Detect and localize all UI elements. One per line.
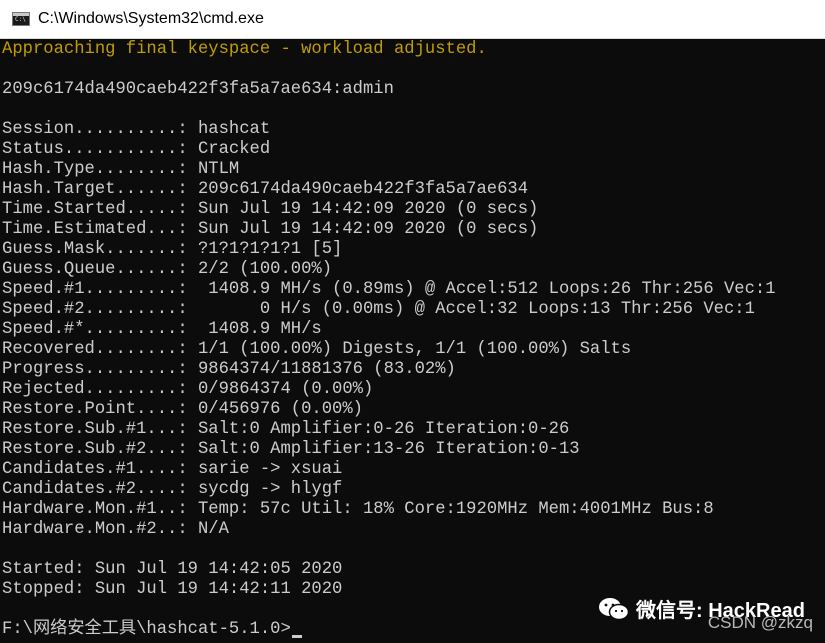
console-line: Hash.Target......: 209c6174da490caeb422f… xyxy=(2,180,529,199)
console-line: Guess.Queue......: 2/2 (100.00%) xyxy=(2,260,333,279)
csdn-credit: CSDN @zkzq xyxy=(707,613,813,632)
cmd-icon xyxy=(12,12,30,26)
wechat-icon xyxy=(599,597,630,620)
console-line: Approaching final keyspace - workload ad… xyxy=(2,40,487,59)
console-line: Speed.#1.........: 1408.9 MH/s (0.89ms) … xyxy=(2,280,776,299)
console-line: Hardware.Mon.#2..: N/A xyxy=(2,520,229,539)
console-line: Hash.Type........: NTLM xyxy=(2,160,240,179)
console-line: Rejected.........: 0/9864374 (0.00%) xyxy=(2,380,374,399)
console-line: Time.Started.....: Sun Jul 19 14:42:09 2… xyxy=(2,200,539,219)
console-line: Recovered........: 1/1 (100.00%) Digests… xyxy=(2,340,632,359)
console-line: Started: Sun Jul 19 14:42:05 2020 xyxy=(2,560,343,579)
command-prompt[interactable]: F:\网络安全工具\hashcat-5.1.0> xyxy=(2,620,825,640)
console-line: Candidates.#1....: sarie -> xsuai xyxy=(2,460,343,479)
console-line: Restore.Sub.#1...: Salt:0 Amplifier:0-26… xyxy=(2,420,570,439)
console-line: Candidates.#2....: sycdg -> hlygf xyxy=(2,480,343,499)
console-line: Time.Estimated...: Sun Jul 19 14:42:09 2… xyxy=(2,220,539,239)
console-line: Speed.#2.........: 0 H/s (0.00ms) @ Acce… xyxy=(2,300,755,319)
window-titlebar[interactable]: C:\Windows\System32\cmd.exe xyxy=(0,0,825,39)
console-line: Session..........: hashcat xyxy=(2,120,271,139)
console-line: Guess.Mask.......: ?1?1?1?1?1 [5] xyxy=(2,240,343,259)
console-line: Restore.Point....: 0/456976 (0.00%) xyxy=(2,400,363,419)
console-line: Speed.#*.........: 1408.9 MH/s xyxy=(2,320,322,339)
window-title: C:\Windows\System32\cmd.exe xyxy=(38,10,264,27)
console-line: Status...........: Cracked xyxy=(2,140,271,159)
console-output[interactable]: Approaching final keyspace - workload ad… xyxy=(2,40,825,643)
console-line: Hardware.Mon.#1..: Temp: 57c Util: 18% C… xyxy=(2,500,714,519)
text-cursor xyxy=(291,635,302,638)
console-line: Progress.........: 9864374/11881376 (83.… xyxy=(2,360,456,379)
console-line: Restore.Sub.#2...: Salt:0 Amplifier:13-2… xyxy=(2,440,580,459)
console-line: 209c6174da490caeb422f3fa5a7ae634:admin xyxy=(2,80,394,99)
prompt-text: F:\网络安全工具\hashcat-5.1.0> xyxy=(2,620,291,639)
